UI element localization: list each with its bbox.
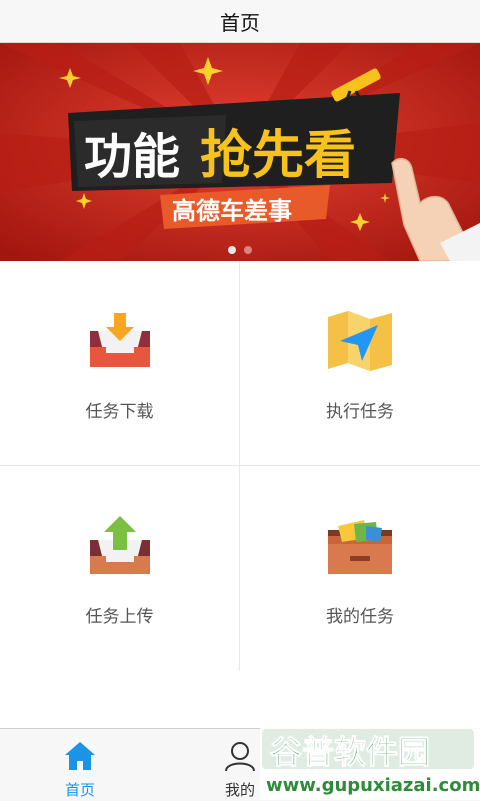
tab-home[interactable]: 首页 xyxy=(20,729,140,801)
menu-grid: 任务下载 执行任务 任务上传 我的任务 xyxy=(0,261,480,671)
home-icon xyxy=(65,742,95,770)
banner-artwork: 功能 抢先看 高德车差事 xyxy=(0,43,480,261)
svg-text:谷普软件园: 谷普软件园 xyxy=(270,733,430,771)
tray-upload-icon xyxy=(89,516,150,574)
menu-item-task-upload[interactable]: 任务上传 xyxy=(0,466,240,671)
promo-banner[interactable]: 功能 抢先看 高德车差事 xyxy=(0,43,480,261)
menu-item-task-download[interactable]: 任务下载 xyxy=(0,261,240,466)
page-title: 首页 xyxy=(220,10,260,35)
carousel-indicator xyxy=(0,246,480,254)
menu-item-my-tasks[interactable]: 我的任务 xyxy=(240,466,480,671)
drawer-folder-icon xyxy=(328,520,392,574)
user-icon xyxy=(225,742,255,772)
menu-item-label: 任务下载 xyxy=(85,402,154,422)
svg-text:www.gupuxiazai.com: www.gupuxiazai.com xyxy=(266,775,480,796)
watermark: 谷普软件园 www.gupuxiazai.com xyxy=(260,723,480,800)
menu-item-label: 我的任务 xyxy=(326,607,394,627)
map-navigation-icon xyxy=(328,311,392,371)
title-bar: 首页 xyxy=(0,0,480,43)
watermark-logo: 谷普软件园 www.gupuxiazai.com xyxy=(262,729,480,796)
menu-item-label: 任务上传 xyxy=(85,607,154,627)
tab-label: 首页 xyxy=(64,781,95,799)
banner-headline-yellow: 抢先看 xyxy=(200,126,356,186)
carousel-dot[interactable] xyxy=(244,246,252,254)
tray-download-icon xyxy=(89,313,150,367)
banner-subline: 高德车差事 xyxy=(172,197,292,225)
menu-item-execute-task[interactable]: 执行任务 xyxy=(240,261,480,466)
banner-headline-white: 功能 xyxy=(84,129,180,185)
menu-item-label: 执行任务 xyxy=(326,402,394,422)
carousel-dot[interactable] xyxy=(228,246,236,254)
